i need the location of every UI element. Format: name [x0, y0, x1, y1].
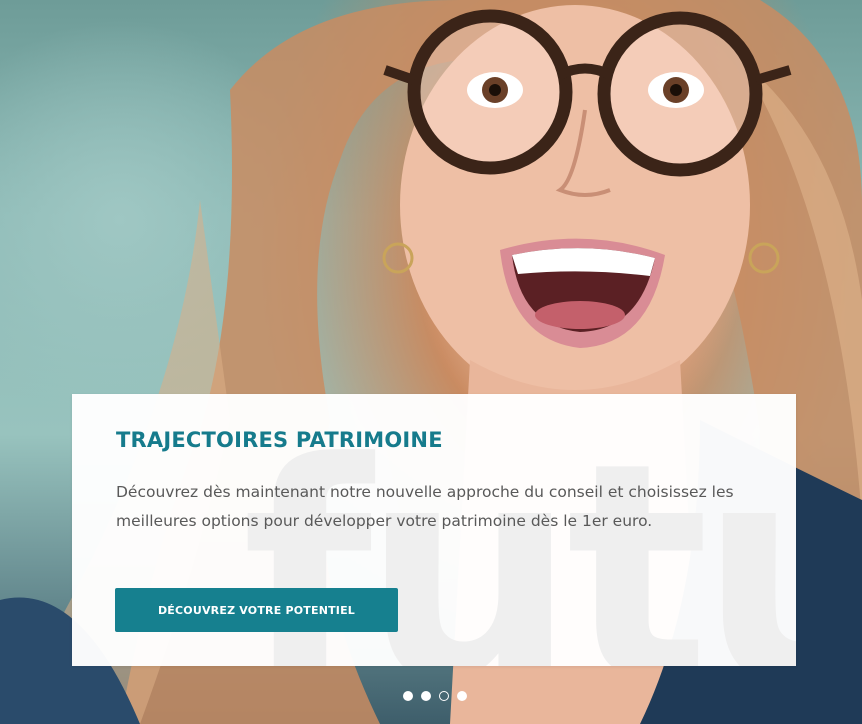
card-description: Découvrez dès maintenant notre nouvelle …	[116, 483, 734, 530]
card-title: TRAJECTOIRES PATRIMOINE	[116, 428, 443, 452]
discover-potential-button[interactable]: DÉCOUVREZ VOTRE POTENTIEL	[115, 588, 398, 632]
carousel-dot-3-active[interactable]	[439, 691, 449, 701]
promo-card: futu TRAJECTOIRES PATRIMOINE Découvrez d…	[72, 394, 796, 666]
carousel-dot-2[interactable]	[421, 691, 431, 701]
carousel-indicators	[403, 690, 467, 702]
carousel-dot-1[interactable]	[403, 691, 413, 701]
carousel-dot-4[interactable]	[457, 691, 467, 701]
